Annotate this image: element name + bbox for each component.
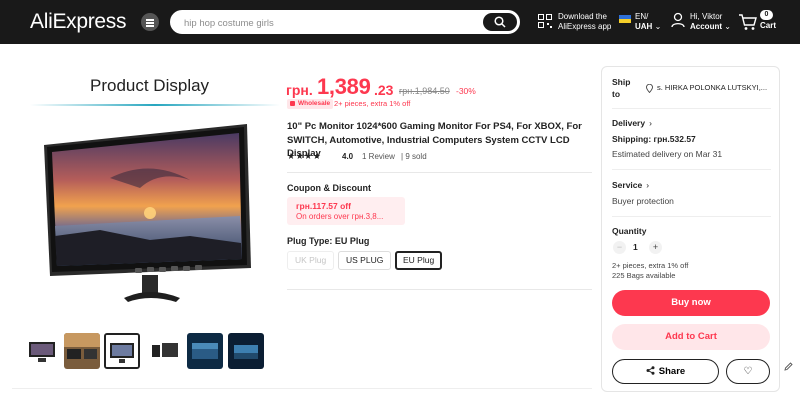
delivery-heading[interactable]: Delivery › xyxy=(612,118,652,128)
original-price: грн.1,984.50 xyxy=(399,86,450,96)
quantity-heading: Quantity xyxy=(612,226,647,236)
rating-value: 4.0 xyxy=(342,152,354,161)
coupon-condition: On orders over грн.3,8... xyxy=(296,212,384,221)
plug-type-heading: Plug Type: EU Plug xyxy=(287,236,370,246)
ship-to-address[interactable]: s. HIRKA POLONKA LUTSKYI,... xyxy=(657,83,767,92)
quantity-value[interactable]: 1 xyxy=(633,242,638,252)
shipping-cost: Shipping: грн.532.57 xyxy=(612,134,696,144)
chevron-down-icon: ⌄ xyxy=(724,22,731,31)
search-input[interactable] xyxy=(184,16,474,30)
estimated-delivery: Estimated delivery on Mar 31 xyxy=(612,149,723,159)
search-bar xyxy=(170,10,520,34)
price-main: 1,389 xyxy=(317,74,371,99)
plug-option-us[interactable]: US PLUG xyxy=(338,251,392,270)
thumbnail-selected[interactable] xyxy=(104,333,140,369)
service-heading[interactable]: Service › xyxy=(612,180,649,190)
language-currency-selector[interactable]: EN/ UAH ⌄ xyxy=(635,12,661,32)
divider xyxy=(287,289,592,290)
download-app-link[interactable]: Download the AliExpress app xyxy=(558,12,611,32)
add-to-cart-button[interactable]: Add to Cart xyxy=(612,324,770,350)
plug-option-eu[interactable]: EU Plug xyxy=(395,251,443,270)
edit-icon[interactable] xyxy=(784,362,793,371)
chevron-right-icon: › xyxy=(646,180,650,190)
discount-percent: -30% xyxy=(456,86,476,96)
divider xyxy=(12,388,592,389)
star-rating-icon: ★★★★ xyxy=(287,151,322,161)
price-currency: грн. xyxy=(286,82,313,98)
aliexpress-logo[interactable]: AliExpress xyxy=(30,10,127,34)
buy-now-button[interactable]: Buy now xyxy=(612,290,770,316)
cart-count-badge: 0 xyxy=(760,10,773,20)
price-cents: .23 xyxy=(374,82,394,98)
wholesale-note: 2+ pieces, extra 1% off xyxy=(334,99,411,108)
user-icon[interactable] xyxy=(671,12,685,28)
chevron-down-icon: ⌄ xyxy=(654,22,662,31)
divider xyxy=(612,169,771,170)
search-button[interactable] xyxy=(483,13,517,31)
sold-count: | 9 sold xyxy=(401,152,427,161)
plug-option-uk[interactable]: UK Plug xyxy=(287,251,335,270)
stock-available: 225 Bags available xyxy=(612,271,676,280)
divider xyxy=(612,108,771,109)
reviews-link[interactable]: 1 Review xyxy=(362,152,395,161)
divider xyxy=(287,172,592,173)
location-pin-icon xyxy=(646,84,653,93)
divider xyxy=(612,216,771,217)
ship-to-label: Ship to xyxy=(612,77,631,99)
thumbnail[interactable] xyxy=(64,333,100,369)
quantity-increase-button[interactable]: + xyxy=(649,241,662,254)
menu-icon[interactable] xyxy=(141,13,159,31)
top-header: AliExpress Download the AliExpress app E… xyxy=(0,0,800,44)
chevron-right-icon: › xyxy=(649,118,652,128)
ukraine-flag-icon xyxy=(619,15,631,23)
product-display-title: Product Display xyxy=(90,76,210,95)
thumbnail[interactable] xyxy=(146,333,182,369)
account-menu[interactable]: Hi, Viktor Account ⌄ xyxy=(690,12,731,32)
cart-label[interactable]: Cart xyxy=(760,21,776,30)
buyer-protection: Buyer protection xyxy=(612,196,674,206)
wishlist-button[interactable]: ♡ xyxy=(726,359,770,384)
coupon-amount: грн.117.57 off xyxy=(296,201,351,211)
coupon-card[interactable]: грн.117.57 off On orders over грн.3,8... xyxy=(287,197,405,225)
product-title: 10" Pc Monitor 1024*600 Gaming Monitor F… xyxy=(287,121,582,159)
cart-icon[interactable] xyxy=(738,13,758,31)
title-underline xyxy=(30,104,280,106)
thumbnail-strip xyxy=(24,333,274,371)
thumbnail[interactable] xyxy=(228,333,264,369)
wholesale-badge: Wholesale xyxy=(287,99,334,109)
search-icon xyxy=(494,16,506,28)
share-icon xyxy=(646,366,655,375)
coupon-heading: Coupon & Discount xyxy=(287,183,371,193)
quantity-discount-note: 2+ pieces, extra 1% off xyxy=(612,261,689,270)
purchase-panel: Ship to s. HIRKA POLONKA LUTSKYI,... Del… xyxy=(601,66,780,392)
share-button[interactable]: Share xyxy=(612,359,719,384)
thumbnail[interactable] xyxy=(24,333,60,369)
qr-code-icon[interactable] xyxy=(538,14,552,28)
thumbnail[interactable] xyxy=(187,333,223,369)
heart-icon: ♡ xyxy=(743,366,753,377)
product-main-image[interactable] xyxy=(40,118,255,308)
quantity-decrease-button[interactable]: − xyxy=(613,241,626,254)
